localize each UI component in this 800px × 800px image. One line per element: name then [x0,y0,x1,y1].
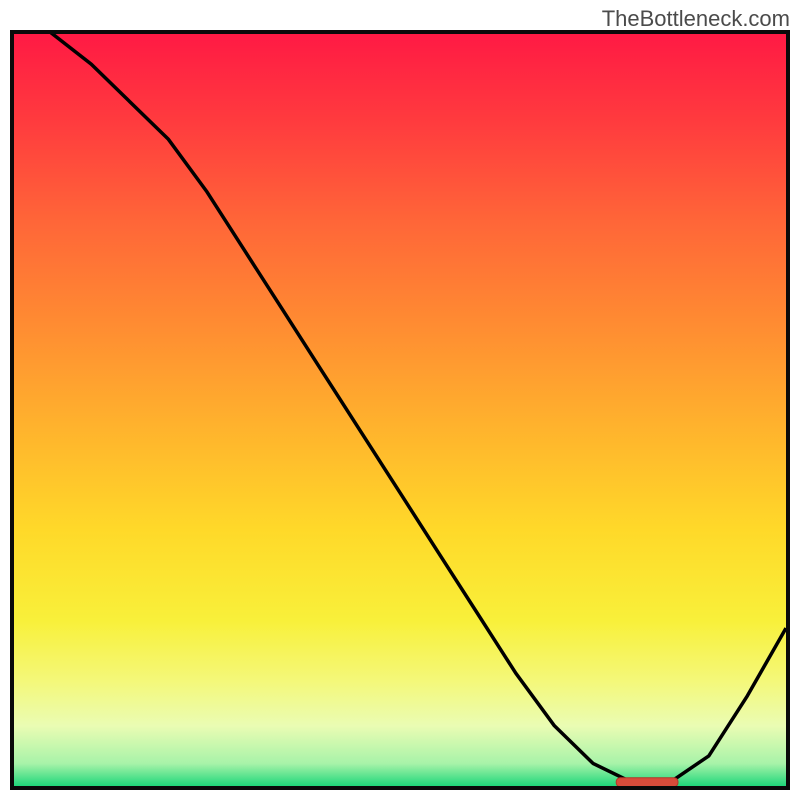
watermark-text: TheBottleneck.com [602,6,790,32]
sweet-spot-marker [616,778,678,786]
chart-frame [10,30,790,790]
heatmap-background [14,34,786,786]
bottleneck-chart [14,34,786,786]
